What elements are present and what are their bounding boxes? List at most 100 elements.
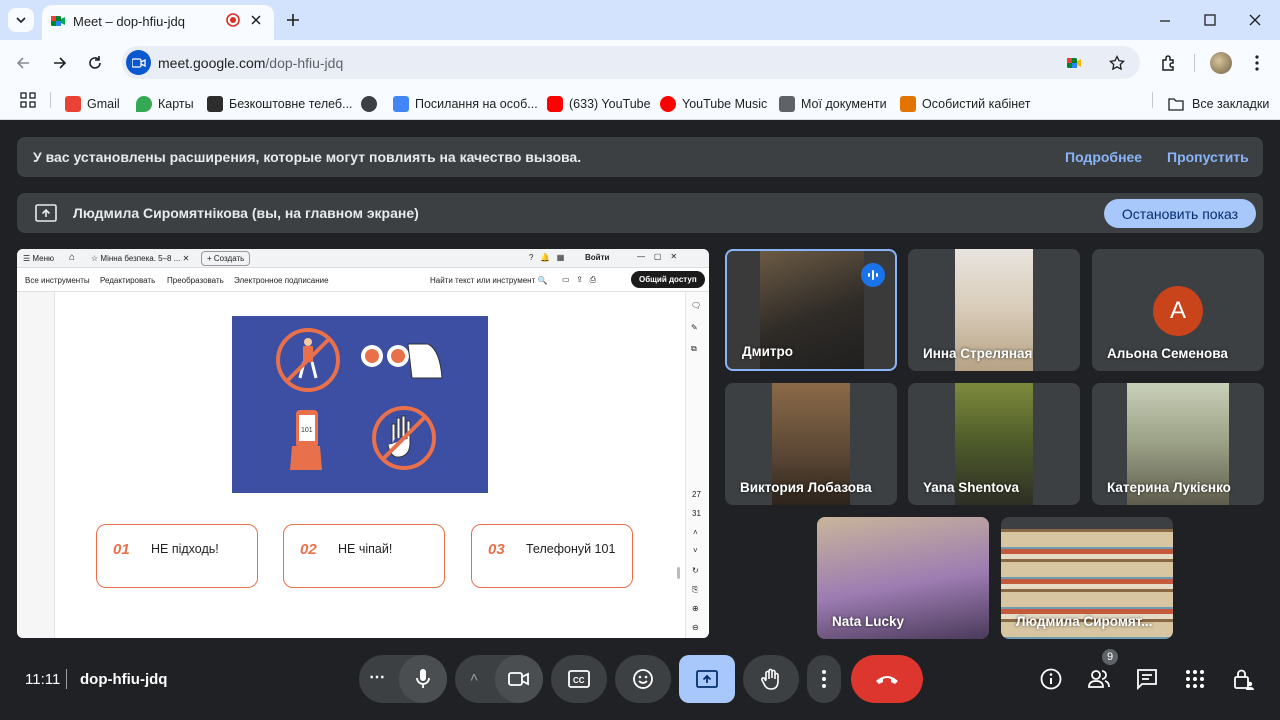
close-window-icon[interactable] [1248, 13, 1262, 27]
globe-icon [361, 96, 377, 112]
presenting-banner: Людмила Сиромятнікова (вы, на главном эк… [17, 193, 1263, 233]
closed-captions-icon: CC [568, 670, 590, 688]
rotate-icon[interactable]: ↻ [692, 566, 699, 575]
login-button[interactable]: Войти [585, 253, 609, 262]
edit-tool-icon[interactable]: ✎ [691, 323, 698, 332]
no-touch-icon [372, 406, 436, 470]
leave-call-button[interactable] [851, 655, 923, 703]
minimize-icon[interactable] [1158, 14, 1172, 28]
people-icon [1088, 670, 1110, 688]
raise-hand-button[interactable] [743, 655, 799, 703]
url-path: /dop-hfiu-jdq [265, 55, 344, 71]
bookmark-youtube[interactable]: (633) YouTube [547, 93, 651, 115]
zoom-in-icon[interactable]: ⊕ [692, 604, 699, 613]
bookmark-docs[interactable]: Посилання на особ... [393, 93, 538, 115]
skip-link[interactable]: Пропустить [1167, 149, 1249, 165]
participant-tile[interactable]: Инна Стреляная [908, 249, 1080, 371]
captions-button[interactable]: CC [551, 655, 607, 703]
participant-avatar: А [1153, 286, 1203, 336]
participant-tile[interactable]: Катерина Лукієнко [1092, 383, 1264, 505]
no-approach-icon [276, 328, 340, 392]
meeting-time: 11:11 [25, 671, 61, 688]
new-tab-icon[interactable] [286, 13, 300, 27]
profile-avatar[interactable] [1210, 52, 1232, 74]
reload-icon[interactable] [87, 55, 103, 71]
url-host: meet.google.com [158, 55, 266, 71]
participant-tile[interactable]: Дмитро [725, 249, 897, 371]
back-icon[interactable] [15, 55, 31, 71]
tool-edit[interactable]: Редактировать [100, 276, 155, 285]
present-screen-icon [696, 670, 718, 688]
mic-group: ⋯ [359, 655, 447, 703]
recording-icon [225, 12, 241, 28]
address-bar[interactable]: meet.google.com/dop-hfiu-jdq [122, 46, 1140, 79]
rule-number: 01 [113, 541, 130, 558]
chevron-down-icon [16, 17, 26, 24]
more-options-button[interactable] [807, 655, 841, 703]
all-bookmarks[interactable]: Все закладки [1168, 93, 1269, 115]
participant-tile[interactable]: Yana Shentova [908, 383, 1080, 505]
meet-extension-icon[interactable] [1066, 55, 1082, 71]
mic-button[interactable] [399, 655, 447, 703]
more-menu-icon[interactable] [1250, 54, 1264, 72]
tab-title: Meet – dop-hfiu-jdq [73, 14, 186, 29]
zoom-out-icon[interactable]: ⊖ [692, 623, 699, 632]
bookmark-youtube-music[interactable]: YouTube Music [660, 93, 767, 115]
bookmark-tv[interactable]: Безкоштовне телеб... [207, 93, 353, 115]
forward-icon[interactable] [52, 55, 68, 71]
pdf-scrollbar[interactable] [677, 567, 680, 579]
page-up-icon[interactable]: ˄ [693, 528, 698, 537]
more-info-link[interactable]: Подробнее [1065, 149, 1142, 165]
safety-pictograms: 101 [276, 328, 443, 470]
participant-tile[interactable]: А Альона Семенова [1092, 249, 1264, 371]
speaking-indicator [861, 263, 885, 287]
comment-icon[interactable]: 🗨 [691, 301, 701, 310]
pdf-window-controls[interactable]: — ▢ ✕ [637, 252, 677, 261]
site-info-icon[interactable] [126, 50, 151, 75]
stop-presenting-button[interactable]: Остановить показ [1104, 199, 1256, 228]
people-button[interactable] [1087, 667, 1111, 691]
participant-tile[interactable]: Виктория Лобазова [725, 383, 897, 505]
bookmark-maps[interactable]: Карты [136, 93, 194, 115]
apps-grid-icon[interactable] [20, 92, 36, 108]
reactions-button[interactable] [615, 655, 671, 703]
chat-button[interactable] [1135, 667, 1159, 691]
pdf-menu-button[interactable]: ☰ Меню [23, 254, 54, 263]
rule-card-1: 01 НЕ підходь! [96, 524, 258, 588]
bookmark-gmail[interactable]: Gmail [65, 93, 120, 115]
video-options-button[interactable]: ˄ [470, 669, 478, 685]
tab-search-button[interactable] [8, 8, 34, 32]
audio-options-button[interactable]: ⋯ [369, 667, 385, 687]
participant-name: Yana Shentova [923, 480, 1020, 495]
microphone-icon [416, 669, 430, 688]
pdf-search[interactable]: Найти текст или инструмент 🔍 [430, 276, 547, 285]
close-tab-icon[interactable] [250, 14, 262, 26]
host-controls-button[interactable] [1232, 667, 1256, 691]
browser-tab[interactable]: Meet – dop-hfiu-jdq [42, 5, 274, 40]
participant-tile[interactable]: Nata Lucky [817, 517, 989, 639]
tool-sign[interactable]: Электронное подписание [234, 276, 329, 285]
camera-button[interactable] [495, 655, 543, 703]
share-button[interactable]: Общий доступ [631, 271, 705, 288]
present-button[interactable] [679, 655, 735, 703]
pdf-toolbar: Все инструменты Редактировать Преобразов… [17, 268, 709, 292]
rule-number: 03 [488, 541, 505, 558]
fit-page-icon[interactable]: ⎘ [692, 585, 698, 595]
activities-button[interactable] [1183, 667, 1207, 691]
home-icon[interactable]: ⌂ [69, 252, 75, 263]
tool-all[interactable]: Все инструменты [25, 276, 90, 285]
copy-tool-icon[interactable]: ⧉ [691, 344, 697, 354]
bookmark-cabinet[interactable]: Особистий кабінет [900, 93, 1030, 115]
bookmark-star-icon[interactable] [1109, 55, 1125, 71]
participant-tile[interactable]: Людмила Сиромят... [1001, 517, 1173, 639]
create-button[interactable]: + Создать [201, 251, 251, 266]
maximize-icon[interactable] [1203, 13, 1217, 27]
page-down-icon[interactable]: ˅ [693, 546, 698, 555]
extensions-icon[interactable] [1160, 54, 1178, 72]
docs-icon [393, 96, 409, 112]
meeting-details-button[interactable] [1039, 667, 1063, 691]
pdf-tab[interactable]: ☆ Мінна безпека. 5–8 ... ✕ [91, 254, 189, 263]
bookmark-globe[interactable] [361, 93, 383, 115]
bookmark-my-documents[interactable]: Мої документи [779, 93, 887, 115]
tool-convert[interactable]: Преобразовать [167, 276, 224, 285]
